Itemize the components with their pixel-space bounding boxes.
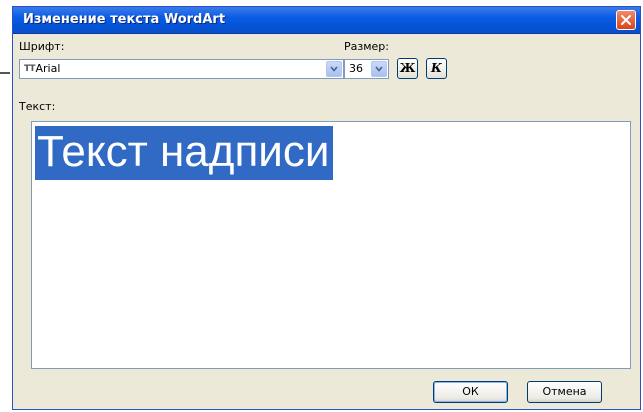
size-select[interactable]: 36	[344, 59, 389, 79]
close-button[interactable]	[616, 10, 636, 30]
close-icon	[621, 15, 631, 25]
font-dropdown-button[interactable]	[326, 61, 342, 77]
title-bar[interactable]: Изменение текста WordArt	[13, 7, 640, 34]
ok-button[interactable]: ОК	[433, 381, 508, 403]
size-dropdown-button[interactable]	[371, 61, 387, 77]
text-input[interactable]: Текст надписи	[31, 121, 631, 369]
text-label: Текст:	[19, 100, 56, 113]
window-title: Изменение текста WordArt	[23, 12, 226, 27]
chevron-down-icon	[375, 66, 383, 72]
font-value: Arial	[35, 62, 61, 75]
size-value: 36	[349, 62, 363, 75]
italic-button[interactable]: К	[426, 58, 447, 79]
chevron-down-icon	[330, 66, 338, 72]
wordart-dialog: Изменение текста WordArt Шрифт: TTArial …	[12, 6, 641, 410]
font-select[interactable]: TTArial	[19, 59, 344, 79]
font-label: Шрифт:	[19, 40, 65, 53]
truetype-icon: TT	[24, 64, 35, 74]
page-edge-mark	[0, 72, 10, 74]
bold-button[interactable]: Ж	[397, 58, 418, 79]
size-label: Размер:	[344, 40, 389, 53]
cancel-button[interactable]: Отмена	[527, 381, 602, 403]
selected-text: Текст надписи	[35, 126, 334, 180]
